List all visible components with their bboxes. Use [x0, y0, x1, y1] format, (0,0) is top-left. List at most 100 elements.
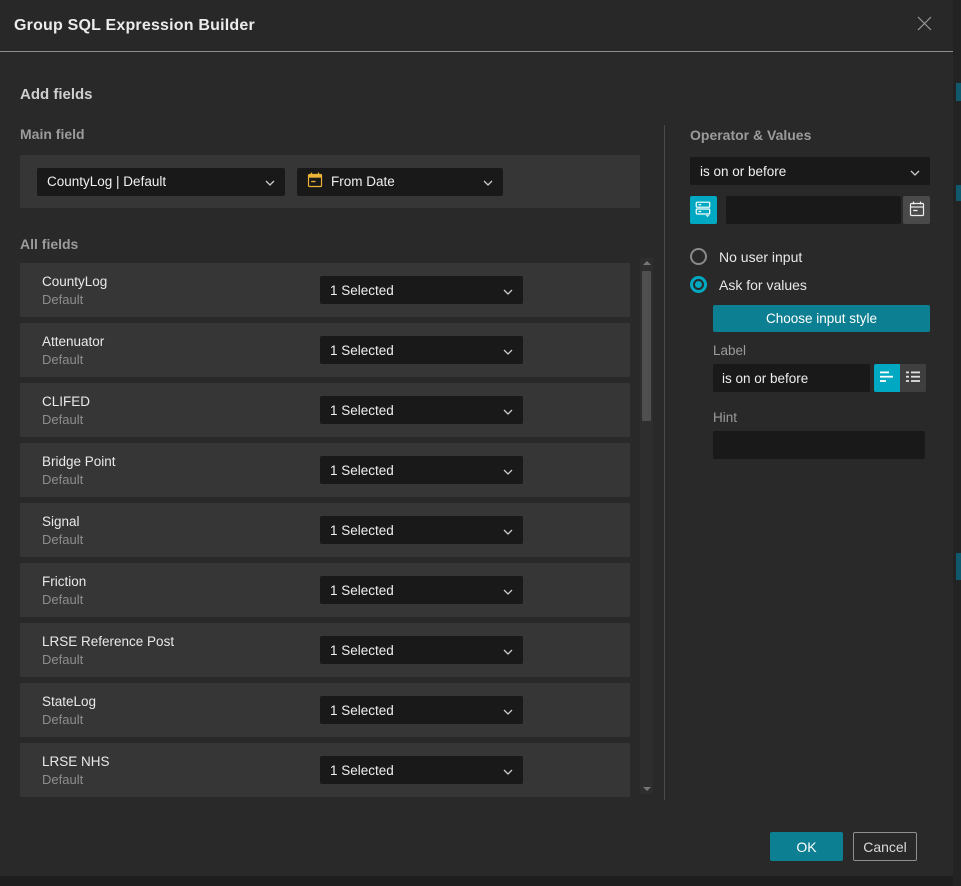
main-field-select[interactable]: From Date	[297, 168, 503, 196]
page-bottom-strip	[0, 876, 953, 886]
chevron-down-icon	[503, 343, 513, 358]
main-field-select-value: From Date	[331, 174, 395, 189]
field-row: LRSE Reference Post Default 1 Selected	[20, 623, 630, 677]
field-name: Signal	[42, 514, 83, 529]
radio-unselected-icon[interactable]	[690, 248, 707, 265]
align-left-icon	[879, 370, 895, 387]
chevron-down-icon	[910, 164, 920, 179]
field-selected-dropdown[interactable]: 1 Selected	[320, 576, 523, 604]
field-sublabel: Default	[42, 472, 116, 487]
field-sublabel: Default	[42, 292, 107, 307]
field-selected-dropdown[interactable]: 1 Selected	[320, 756, 523, 784]
field-name: CLIFED	[42, 394, 90, 409]
page-edge-strip	[953, 0, 961, 886]
field-sublabel: Default	[42, 712, 96, 727]
operator-select-value: is on or before	[700, 164, 786, 179]
calendar-icon	[909, 201, 925, 220]
field-selected-value: 1 Selected	[330, 763, 394, 778]
field-sublabel: Default	[42, 412, 90, 427]
field-selected-dropdown[interactable]: 1 Selected	[320, 696, 523, 724]
chevron-down-icon	[503, 703, 513, 718]
field-selected-value: 1 Selected	[330, 703, 394, 718]
field-row: Attenuator Default 1 Selected	[20, 323, 630, 377]
group-sql-expression-builder-dialog: Group SQL Expression Builder Add fields …	[0, 0, 953, 876]
field-sublabel: Default	[42, 352, 104, 367]
field-selected-value: 1 Selected	[330, 523, 394, 538]
dialog-title: Group SQL Expression Builder	[14, 17, 255, 35]
field-selected-dropdown[interactable]: 1 Selected	[320, 636, 523, 664]
label-input-row	[713, 364, 930, 392]
scrollbar-thumb[interactable]	[642, 271, 651, 421]
chevron-down-icon	[503, 643, 513, 658]
scroll-down-arrow-icon[interactable]	[643, 787, 651, 791]
value-date-input[interactable]	[726, 196, 901, 224]
list-style-button[interactable]	[900, 364, 926, 392]
operator-values-panel: Operator & Values is on or before	[690, 127, 930, 459]
operator-select[interactable]: is on or before	[690, 157, 930, 185]
main-field-panel: CountyLog | Default	[20, 155, 640, 208]
field-selected-dropdown[interactable]: 1 Selected	[320, 456, 523, 484]
scroll-up-arrow-icon[interactable]	[643, 261, 651, 265]
field-row: CountyLogDefault 1 Selected	[20, 263, 630, 317]
choose-input-style-button[interactable]: Choose input style	[713, 305, 930, 332]
chevron-down-icon	[503, 463, 513, 478]
field-selected-dropdown[interactable]: 1 Selected	[320, 516, 523, 544]
operator-values-heading: Operator & Values	[690, 127, 930, 143]
no-user-input-option[interactable]: No user input	[690, 248, 930, 265]
field-name: Friction	[42, 574, 86, 589]
field-sublabel: Default	[42, 772, 110, 787]
chevron-down-icon	[503, 523, 513, 538]
field-selected-value: 1 Selected	[330, 583, 394, 598]
field-selected-value: 1 Selected	[330, 283, 394, 298]
chevron-down-icon	[503, 283, 513, 298]
field-sublabel: Default	[42, 652, 174, 667]
chevron-down-icon	[503, 583, 513, 598]
field-selected-dropdown[interactable]: 1 Selected	[320, 396, 523, 424]
page-edge-fragment	[956, 83, 961, 101]
ask-for-values-option[interactable]: Ask for values	[690, 276, 930, 293]
field-selected-value: 1 Selected	[330, 403, 394, 418]
dialog-footer: OK Cancel	[0, 832, 953, 862]
field-row: StateLog Default 1 Selected	[20, 683, 630, 737]
chevron-down-icon	[483, 174, 493, 189]
chevron-down-icon	[503, 763, 513, 778]
calendar-picker-button[interactable]	[903, 196, 930, 224]
field-selected-value: 1 Selected	[330, 463, 394, 478]
input-type-rows-icon	[695, 200, 712, 220]
radio-selected-icon[interactable]	[690, 276, 707, 293]
ok-button[interactable]: OK	[770, 832, 843, 861]
hint-input[interactable]	[713, 431, 925, 459]
input-type-button[interactable]	[690, 196, 717, 224]
field-row: LRSE NHSDefault 1 Selected	[20, 743, 630, 797]
add-fields-heading: Add fields	[20, 86, 93, 103]
no-user-input-label: No user input	[719, 249, 802, 265]
main-field-label: Main field	[20, 126, 640, 142]
close-button[interactable]	[913, 15, 935, 37]
left-column: Main field CountyLog | Default	[20, 126, 640, 803]
fields-list-scrollbar[interactable]	[640, 258, 653, 794]
all-fields-list: CountyLogDefault 1 Selected Attenuator De…	[20, 263, 630, 797]
field-row: FrictionDefault 1 Selected	[20, 563, 630, 617]
bullet-list-icon	[905, 370, 921, 387]
field-name: StateLog	[42, 694, 96, 709]
single-value-style-button[interactable]	[874, 364, 900, 392]
field-sublabel: Default	[42, 532, 83, 547]
ask-for-values-label: Ask for values	[719, 277, 807, 293]
layer-select[interactable]: CountyLog | Default	[37, 168, 285, 196]
cancel-button[interactable]: Cancel	[853, 832, 917, 861]
value-input-row	[690, 196, 930, 224]
field-row: CLIFED Default 1 Selected	[20, 383, 630, 437]
field-name: LRSE Reference Post	[42, 634, 174, 649]
calendar-icon	[307, 172, 323, 191]
field-name: Attenuator	[42, 334, 104, 349]
ask-for-values-settings: Choose input style Label	[713, 293, 930, 459]
close-icon	[916, 15, 933, 37]
field-selected-dropdown[interactable]: 1 Selected	[320, 276, 523, 304]
page-edge-fragment	[956, 553, 961, 580]
field-selected-value: 1 Selected	[330, 643, 394, 658]
field-selected-dropdown[interactable]: 1 Selected	[320, 336, 523, 364]
label-label: Label	[713, 343, 930, 358]
page-edge-fragment	[956, 185, 961, 201]
all-fields-label: All fields	[20, 236, 640, 252]
label-input[interactable]	[713, 364, 870, 392]
